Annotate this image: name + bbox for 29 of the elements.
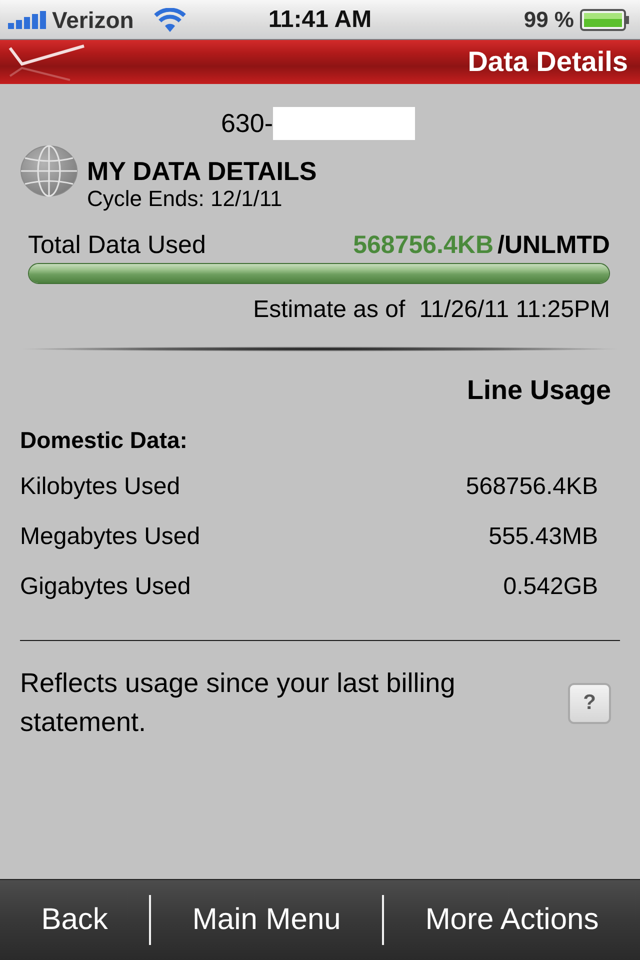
estimate-label: Estimate as of	[253, 296, 406, 324]
data-limit: /UNLMTD	[498, 230, 610, 260]
usage-value: 568756.4KB	[466, 472, 598, 502]
signal-icon	[8, 10, 46, 28]
page-title: Data Details	[468, 45, 629, 79]
section-heading: Domestic Data:	[20, 426, 188, 454]
globe-icon	[20, 145, 78, 197]
main-menu-button[interactable]: Main Menu	[151, 880, 382, 960]
data-used-amount: 568756.4KB	[353, 230, 494, 260]
note-text: Reflects usage since your last billing statement.	[20, 667, 456, 739]
total-data-label: Total Data Used	[28, 230, 206, 260]
wifi-icon	[154, 8, 186, 32]
carrier-name: Verizon	[52, 6, 134, 34]
usage-value: 0.542GB	[503, 572, 598, 602]
back-button[interactable]: Back	[0, 880, 150, 960]
line-usage-title: Line Usage	[466, 374, 611, 406]
battery-percent: 99 %	[524, 6, 574, 34]
usage-value: 555.43MB	[488, 522, 598, 552]
status-time: 11:41 AM	[268, 6, 372, 34]
usage-label: Megabytes Used	[20, 522, 200, 552]
section-title: MY DATA DETAILS	[87, 156, 317, 186]
estimate-time: 11/26/11 11:25PM	[419, 296, 610, 324]
help-button[interactable]: ?	[568, 682, 611, 724]
phone-number: 630-	[220, 107, 274, 140]
cycle-end-date: Cycle Ends: 12/1/11	[87, 186, 284, 212]
battery-icon	[580, 8, 630, 30]
usage-label: Kilobytes Used	[20, 472, 180, 502]
usage-label: Gigabytes Used	[20, 572, 191, 602]
more-actions-button[interactable]: More Actions	[384, 880, 640, 960]
